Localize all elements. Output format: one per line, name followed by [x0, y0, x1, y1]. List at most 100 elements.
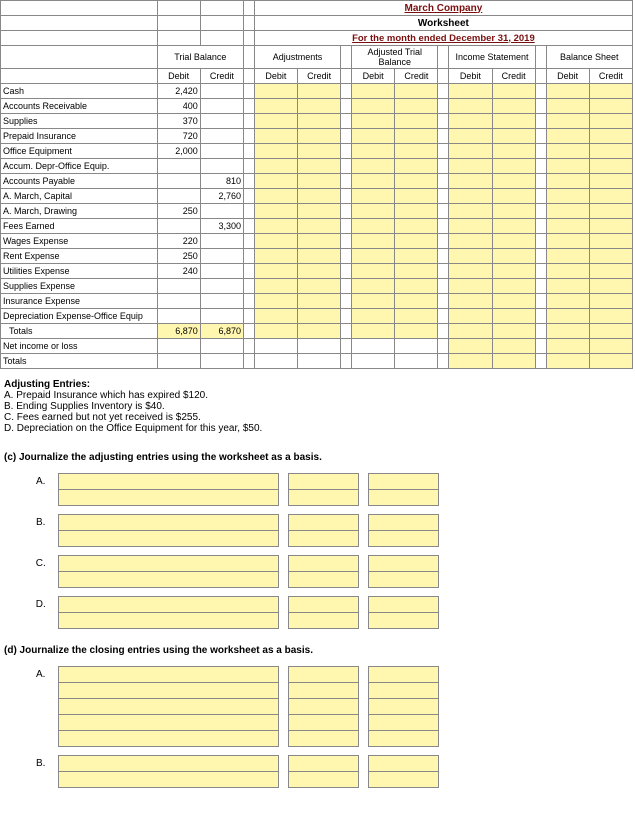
account-row: A. March, Capital2,760: [1, 189, 633, 204]
entry-debit[interactable]: [288, 731, 358, 747]
tb-credit: [200, 294, 243, 309]
tb-credit: [200, 159, 243, 174]
worksheet-table: March Company Worksheet For the month en…: [0, 0, 633, 369]
entry-account[interactable]: [58, 756, 278, 772]
colgrp-balance-sheet: Balance Sheet: [546, 46, 632, 69]
journal-entry-block: A.: [24, 473, 439, 506]
tb-debit: 240: [157, 264, 200, 279]
entry-debit[interactable]: [288, 699, 358, 715]
account-row: Rent Expense250: [1, 249, 633, 264]
account-name: Wages Expense: [1, 234, 158, 249]
company-title: March Company: [254, 1, 632, 16]
period: For the month ended December 31, 2019: [254, 31, 632, 46]
totals-tb-debit: 6,870: [157, 324, 200, 339]
entry-debit[interactable]: [288, 715, 358, 731]
account-row: Office Equipment2,000: [1, 144, 633, 159]
entry-debit[interactable]: [288, 515, 358, 531]
entry-credit[interactable]: [368, 556, 438, 572]
entry-label: A.: [24, 667, 58, 683]
tb-credit: [200, 309, 243, 324]
account-row: Depreciation Expense-Office Equip: [1, 309, 633, 324]
entry-account[interactable]: [58, 683, 278, 699]
tb-credit: 810: [200, 174, 243, 189]
entry-account[interactable]: [58, 699, 278, 715]
entry-account[interactable]: [58, 613, 278, 629]
account-row: Wages Expense220: [1, 234, 633, 249]
tb-credit: 3,300: [200, 219, 243, 234]
entry-account[interactable]: [58, 531, 278, 547]
net-income-row: Net income or loss: [1, 339, 633, 354]
entry-debit[interactable]: [288, 756, 358, 772]
entry-account[interactable]: [58, 597, 278, 613]
entry-account[interactable]: [58, 772, 278, 788]
entry-credit[interactable]: [368, 772, 438, 788]
entry-credit[interactable]: [368, 667, 438, 683]
entry-debit[interactable]: [288, 474, 358, 490]
journal-entry-block: C.: [24, 555, 439, 588]
entry-debit[interactable]: [288, 531, 358, 547]
entry-debit[interactable]: [288, 667, 358, 683]
account-name: Accounts Receivable: [1, 99, 158, 114]
entry-credit[interactable]: [368, 756, 438, 772]
entry-debit[interactable]: [288, 613, 358, 629]
account-name: Supplies Expense: [1, 279, 158, 294]
entry-debit[interactable]: [288, 772, 358, 788]
colgrp-trial-balance: Trial Balance: [157, 46, 243, 69]
entry-credit[interactable]: [368, 731, 438, 747]
tb-credit: [200, 279, 243, 294]
entry-account[interactable]: [58, 572, 278, 588]
entry-debit[interactable]: [288, 597, 358, 613]
tb-credit: 2,760: [200, 189, 243, 204]
tb-credit: [200, 204, 243, 219]
entry-label: D.: [24, 597, 58, 613]
tb-debit: [157, 159, 200, 174]
atb-credit-hdr: Credit: [395, 69, 438, 84]
colgrp-income-statement: Income Statement: [449, 46, 535, 69]
tb-debit-hdr: Debit: [157, 69, 200, 84]
colgrp-adjustments: Adjustments: [254, 46, 340, 69]
entry-credit[interactable]: [368, 699, 438, 715]
account-name: Rent Expense: [1, 249, 158, 264]
entry-credit[interactable]: [368, 474, 438, 490]
tb-credit: [200, 129, 243, 144]
adj-a: A. Prepaid Insurance which has expired $…: [4, 390, 631, 401]
entry-credit[interactable]: [368, 597, 438, 613]
account-row: Accounts Payable 810: [1, 174, 633, 189]
entry-credit[interactable]: [368, 531, 438, 547]
entry-credit[interactable]: [368, 613, 438, 629]
entry-account[interactable]: [58, 731, 278, 747]
tb-credit: [200, 114, 243, 129]
entry-credit[interactable]: [368, 683, 438, 699]
part-c-title: (c) Journalize the adjusting entries usi…: [4, 452, 322, 463]
entry-debit[interactable]: [288, 683, 358, 699]
entry-credit[interactable]: [368, 572, 438, 588]
account-name: Cash: [1, 84, 158, 99]
adj-c: C. Fees earned but not yet received is $…: [4, 412, 631, 423]
entry-debit[interactable]: [288, 572, 358, 588]
account-name: Accum. Depr-Office Equip.: [1, 159, 158, 174]
entry-account[interactable]: [58, 490, 278, 506]
tb-debit: 400: [157, 99, 200, 114]
tb-credit: [200, 84, 243, 99]
entry-account[interactable]: [58, 667, 278, 683]
account-row: Utilities Expense240: [1, 264, 633, 279]
entry-account[interactable]: [58, 556, 278, 572]
entry-credit[interactable]: [368, 715, 438, 731]
entry-debit[interactable]: [288, 490, 358, 506]
entry-label: A.: [24, 474, 58, 490]
tb-debit: 220: [157, 234, 200, 249]
column-groups-row: Trial Balance Adjustments Adjusted Trial…: [1, 46, 633, 69]
entry-account[interactable]: [58, 474, 278, 490]
account-name: Accounts Payable: [1, 174, 158, 189]
entry-credit[interactable]: [368, 490, 438, 506]
journal-entry-block: D.: [24, 596, 439, 629]
tb-credit: [200, 99, 243, 114]
tb-debit: [157, 294, 200, 309]
entry-account[interactable]: [58, 715, 278, 731]
account-row: Accum. Depr-Office Equip.: [1, 159, 633, 174]
entry-debit[interactable]: [288, 556, 358, 572]
account-name: Supplies: [1, 114, 158, 129]
account-row: A. March, Drawing250: [1, 204, 633, 219]
entry-credit[interactable]: [368, 515, 438, 531]
entry-account[interactable]: [58, 515, 278, 531]
